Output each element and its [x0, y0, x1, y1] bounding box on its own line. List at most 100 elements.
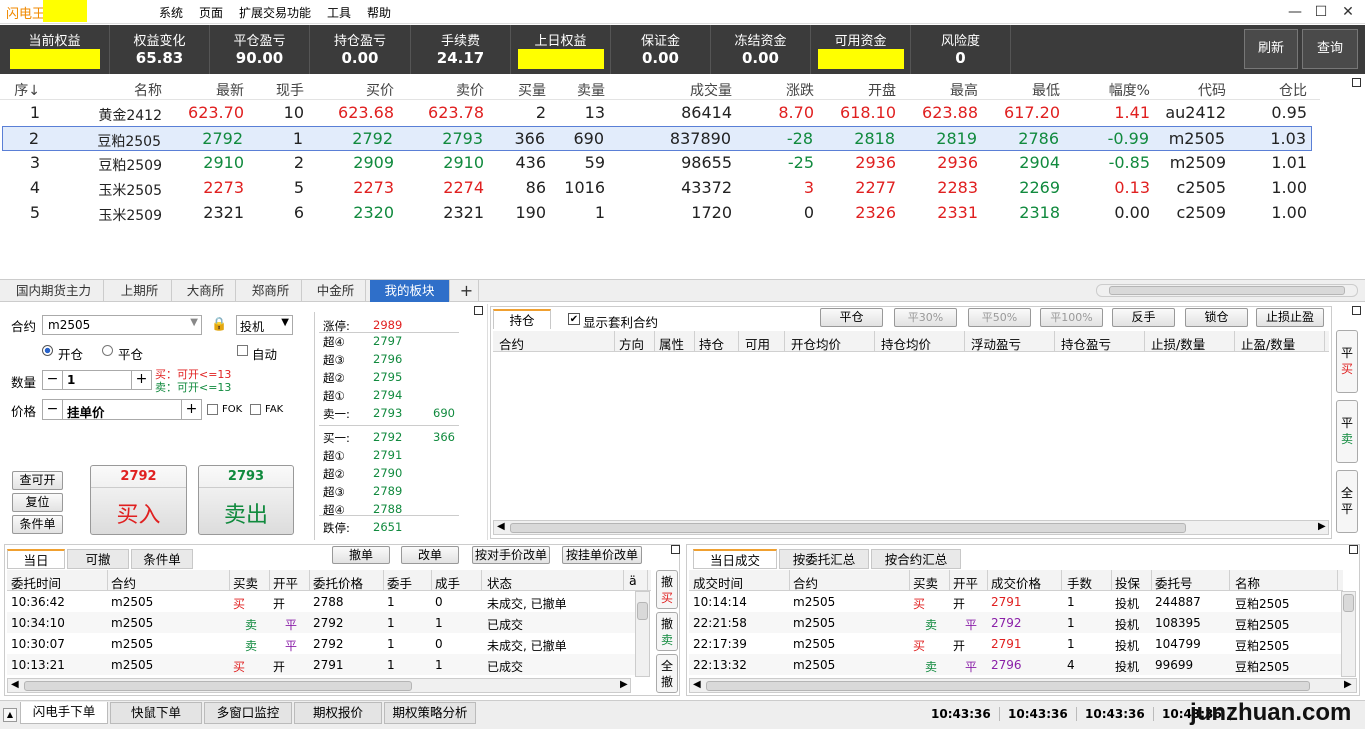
scroll-thumb[interactable]: [637, 602, 648, 620]
orders-header-cell[interactable]: 开平: [273, 573, 298, 592]
market-tab[interactable]: 郑商所: [240, 280, 302, 302]
bid-level-price[interactable]: 2790: [373, 466, 402, 480]
position-side-button[interactable]: 全平: [1336, 470, 1358, 533]
maximize-icon[interactable]: ☐: [1309, 2, 1333, 22]
market-tab[interactable]: 中金所: [306, 280, 366, 302]
sell-button[interactable]: 2793 卖出: [198, 465, 294, 535]
panel-toggle-icon[interactable]: [1352, 306, 1361, 315]
minus-icon[interactable]: −: [43, 371, 63, 389]
minimize-icon[interactable]: —: [1283, 2, 1307, 22]
price-input[interactable]: − 挂单价 +: [42, 399, 202, 420]
order-row[interactable]: 10:30:07 m2505 卖 平 2792 1 0 未成交, 已撤单: [7, 633, 635, 654]
positions-header-cell[interactable]: 开仓均价: [791, 334, 841, 353]
menu-system[interactable]: 系统: [159, 4, 183, 21]
positions-header-cell[interactable]: 合约: [499, 334, 524, 353]
scroll-thumb[interactable]: [1109, 286, 1345, 295]
buy-button[interactable]: 2792 买入: [90, 465, 187, 535]
positions-header-cell[interactable]: 浮动盈亏: [971, 334, 1021, 353]
order-action-button[interactable]: 撤单: [332, 546, 390, 564]
scroll-right-icon[interactable]: ▶: [620, 679, 628, 690]
order-action-button[interactable]: 按对手价改单: [472, 546, 550, 564]
price-value[interactable]: 挂单价: [67, 402, 105, 421]
trade-row[interactable]: 10:14:14 m2505 买 开 2791 1 投机 244887 豆粕2505: [689, 591, 1341, 612]
bid-level-price[interactable]: 2788: [373, 502, 402, 516]
plus-icon[interactable]: +: [131, 371, 151, 389]
scroll-left-icon[interactable]: ◀: [497, 521, 505, 532]
account-refresh-button[interactable]: 刷新: [1244, 29, 1298, 69]
trade-row[interactable]: 22:17:39 m2505 买 开 2791 1 投机 104799 豆粕2505: [689, 633, 1341, 654]
quote-header-cell[interactable]: 最低: [1032, 80, 1060, 100]
panel-toggle-icon[interactable]: [1349, 545, 1358, 554]
orders-header-cell[interactable]: 状态: [487, 573, 512, 592]
panel-toggle-icon[interactable]: [474, 306, 483, 315]
market-tab[interactable]: 大商所: [176, 280, 236, 302]
orders-vscrollbar[interactable]: [635, 591, 650, 677]
quote-header-cell[interactable]: 最高: [950, 80, 978, 100]
trades-header-cell[interactable]: 名称: [1235, 573, 1260, 592]
scroll-right-icon[interactable]: ▶: [1318, 521, 1326, 532]
trades-header-cell[interactable]: 开平: [953, 573, 978, 592]
quote-header-cell[interactable]: 买价: [366, 80, 394, 100]
trades-header-cell[interactable]: 投保: [1115, 573, 1140, 592]
orders-hscrollbar[interactable]: ◀ ▶: [7, 678, 631, 693]
open-radio[interactable]: [42, 345, 53, 356]
scroll-right-icon[interactable]: ▶: [1344, 679, 1352, 690]
fok-checkbox[interactable]: [207, 404, 218, 415]
quote-header-cell[interactable]: 名称: [134, 80, 162, 100]
bottom-tab[interactable]: 期权策略分析: [384, 702, 476, 724]
trade-row[interactable]: 22:13:32 m2505 卖 平 2796 4 投机 99699 豆粕2505: [689, 654, 1341, 675]
ask-level-price[interactable]: 2797: [373, 334, 402, 348]
orders-header-cell[interactable]: 委托价格: [313, 573, 363, 592]
orders-header-cell[interactable]: 合约: [111, 573, 136, 592]
quote-header-cell[interactable]: 现手: [276, 80, 304, 100]
bid-level-price[interactable]: 2792: [373, 430, 402, 444]
positions-scrollbar[interactable]: ◀ ▶: [493, 520, 1329, 535]
menu-tools[interactable]: 工具: [327, 4, 351, 21]
position-side-button[interactable]: 平买: [1336, 330, 1358, 393]
position-action-button[interactable]: 锁仓: [1185, 308, 1248, 327]
quote-row[interactable]: 4 玉米2505 2273 5 2273 2274 86 1016 43372 3 2277 2283…: [0, 176, 1320, 201]
order-side-button[interactable]: 撤卖: [656, 612, 678, 651]
orders-header-cell[interactable]: 买卖: [233, 573, 258, 592]
quote-header-cell[interactable]: 买量: [518, 80, 546, 100]
order-row[interactable]: 10:13:21 m2505 买 开 2791 1 1 已成交: [7, 654, 635, 675]
trades-tab[interactable]: 按合约汇总: [871, 549, 961, 569]
quote-header-cell[interactable]: 幅度%: [1109, 80, 1150, 100]
orders-header-cell[interactable]: 成手: [435, 573, 460, 592]
order-action-button[interactable]: 改单: [401, 546, 459, 564]
trades-hscrollbar[interactable]: ◀ ▶: [689, 678, 1357, 693]
quote-header-cell[interactable]: 成交量: [690, 80, 732, 100]
position-action-button[interactable]: 平100%: [1040, 308, 1103, 327]
positions-header-cell[interactable]: 属性: [659, 334, 684, 353]
order-action-button[interactable]: 按挂单价改单: [562, 546, 642, 564]
close-icon[interactable]: ✕: [1336, 2, 1360, 22]
menu-extended-trading[interactable]: 扩展交易功能: [239, 4, 311, 21]
trades-header-cell[interactable]: 买卖: [913, 573, 938, 592]
scroll-thumb[interactable]: [510, 523, 1186, 533]
lock-icon[interactable]: 🔒: [211, 317, 227, 332]
order-side-button[interactable]: 撤买: [656, 570, 678, 609]
position-action-button[interactable]: 平50%: [968, 308, 1031, 327]
hedge-select[interactable]: 投机 ▼: [236, 315, 293, 335]
bottom-tab[interactable]: 期权报价: [294, 702, 382, 724]
bottom-tab[interactable]: 闪电手下单: [20, 702, 108, 724]
position-action-button[interactable]: 平30%: [894, 308, 957, 327]
trades-tab[interactable]: 当日成交: [693, 549, 777, 569]
reset-button[interactable]: 复位: [12, 493, 63, 512]
positions-header-cell[interactable]: 止盈/数量: [1241, 334, 1295, 353]
trades-header-cell[interactable]: 合约: [793, 573, 818, 592]
scroll-thumb[interactable]: [1343, 594, 1354, 612]
positions-header-cell[interactable]: 可用: [745, 334, 770, 353]
bottom-tab[interactable]: 快鼠下单: [110, 702, 202, 724]
quote-row[interactable]: 5 玉米2509 2321 6 2320 2321 190 1 1720 0 2326 2331 231…: [0, 201, 1320, 226]
position-side-button[interactable]: 平卖: [1336, 400, 1358, 463]
minus-icon[interactable]: −: [43, 400, 63, 419]
positions-header-cell[interactable]: 方向: [619, 334, 644, 353]
position-action-button[interactable]: 平仓: [820, 308, 883, 327]
quote-table-toggle-icon[interactable]: [1352, 78, 1361, 87]
trades-tab[interactable]: 按委托汇总: [779, 549, 869, 569]
trades-header-cell[interactable]: 成交价格: [991, 573, 1041, 592]
positions-header-cell[interactable]: 持仓盈亏: [1061, 334, 1111, 353]
positions-header-cell[interactable]: 持仓: [699, 334, 724, 353]
position-action-button[interactable]: 止损止盈: [1256, 308, 1324, 327]
